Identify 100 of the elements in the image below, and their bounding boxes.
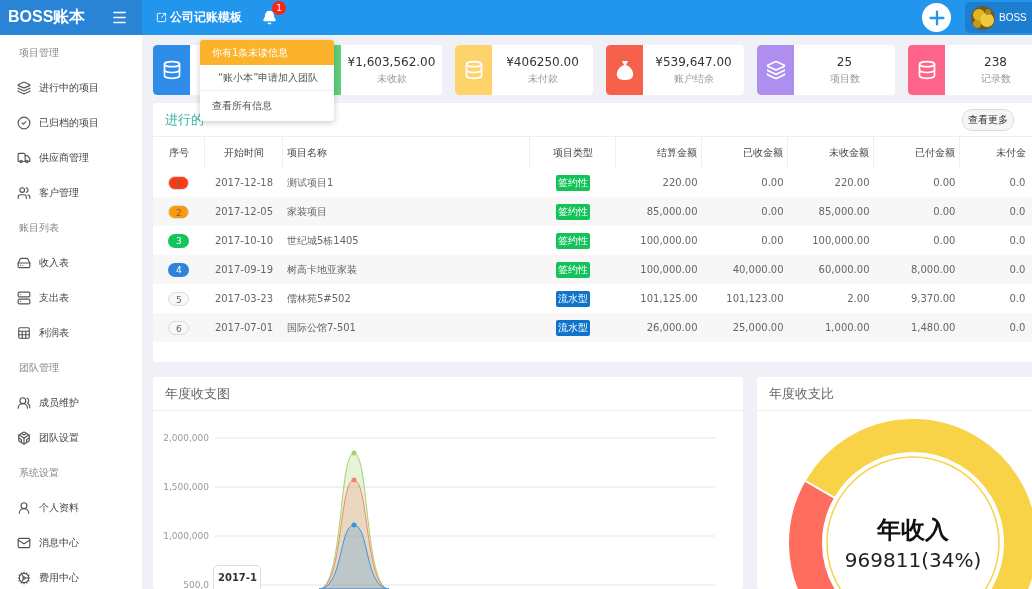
stat-label: 未付款	[527, 71, 558, 86]
table-cell: 儒林苑5#502	[282, 284, 530, 313]
table-cell: 2017-10-10	[204, 226, 283, 255]
table-cell: 220.00	[787, 168, 874, 197]
row-number: 2	[168, 204, 190, 219]
truck-icon	[17, 150, 31, 165]
row-number: 4	[168, 262, 190, 277]
table-cell: 0.00	[701, 226, 788, 255]
axis-label: 500,0	[183, 580, 209, 589]
sidebar-section-title: 项目管理	[18, 45, 60, 60]
sidebar-item[interactable]: 供应商管理	[0, 140, 142, 175]
table-cell: 2017-07-01	[204, 313, 283, 342]
bell-icon[interactable]	[262, 10, 277, 25]
menu-icon[interactable]	[111, 9, 128, 26]
donut-center-value: 969811(34%)	[844, 548, 982, 572]
sidebar-section-title: 账目列表	[18, 220, 60, 235]
type-tag: 签约性	[555, 261, 590, 278]
table-cell: 树高卡地亚家装	[282, 255, 530, 284]
sidebar-item[interactable]: 已归档的项目	[0, 105, 142, 140]
row-number: 3	[168, 233, 190, 248]
dropdown-header: 你有1条未读信息	[200, 40, 334, 65]
sidebar-item[interactable]: 客户管理	[0, 175, 142, 210]
axis-label: 2,000,000	[163, 433, 209, 443]
table-icon	[17, 325, 31, 340]
stat-value: ¥406250.00	[506, 54, 579, 69]
view-all-link[interactable]: 查看所有信息	[200, 91, 334, 121]
add-button[interactable]	[922, 3, 951, 32]
table-cell: 0.00	[873, 197, 960, 226]
table-cell: 9,370.00	[873, 284, 960, 313]
mail-icon	[17, 535, 31, 550]
sidebar-item[interactable]: 成员维护	[0, 385, 142, 420]
row-number: 6	[168, 320, 190, 335]
table-cell: 0.00	[873, 226, 960, 255]
sidebar-item[interactable]: 收入表	[0, 245, 142, 280]
users-icon	[17, 395, 31, 410]
table-cell: 85,000.00	[615, 197, 702, 226]
money-bag-icon	[614, 59, 635, 81]
table-cell: 220.00	[615, 168, 702, 197]
row-number: 5	[168, 291, 190, 306]
table-cell: 0.0	[959, 197, 1032, 226]
type-tag: 签约性	[555, 232, 590, 249]
stat-label: 未收款	[376, 71, 407, 86]
table-cell: 101,123.00	[701, 284, 788, 313]
table-cell: 1,480.00	[873, 313, 960, 342]
sidebar-item[interactable]: 个人资料	[0, 490, 142, 525]
sidebar-item[interactable]: 利润表	[0, 315, 142, 350]
table-cell: 0.00	[701, 168, 788, 197]
type-tag: 流水型	[555, 319, 590, 336]
table-cell: 家装项目	[282, 197, 530, 226]
table-cell: 0.00	[873, 168, 960, 197]
table-cell: 0.0	[959, 313, 1032, 342]
check-circle-icon	[17, 115, 31, 130]
sidebar-item[interactable]: 进行中的项目	[0, 70, 142, 105]
row-number: 1	[168, 175, 190, 190]
axis-label: 1,000,000	[163, 531, 209, 541]
table-cell: 0.00	[701, 197, 788, 226]
stat-label: 项目数	[829, 71, 860, 86]
table-cell: 2017-12-18	[204, 168, 283, 197]
notification-badge: 1	[272, 1, 286, 15]
type-tag: 签约性	[555, 203, 590, 220]
table-cell: 国际公馆7-501	[282, 313, 530, 342]
table-cell: 26,000.00	[615, 313, 702, 342]
table-cell: 100,000.00	[615, 226, 702, 255]
table-cell: 0.0	[959, 284, 1032, 313]
table-cell: 2017-03-23	[204, 284, 283, 313]
cube-icon	[17, 430, 31, 445]
table-cell: 2.00	[787, 284, 874, 313]
table-cell: 100,000.00	[615, 255, 702, 284]
gear-icon	[17, 570, 31, 585]
more-button[interactable]: 查看更多	[962, 108, 1014, 131]
user-icon	[17, 500, 31, 515]
chart-tooltip: 2017-1	[213, 565, 261, 589]
server-icon	[17, 290, 31, 305]
table-cell: 85,000.00	[787, 197, 874, 226]
app-logo: BOSS账本	[8, 7, 86, 27]
stat-value: ¥1,603,562.00	[347, 54, 436, 69]
table-cell: 0.0	[959, 255, 1032, 284]
sidebar-item[interactable]: 支出表	[0, 280, 142, 315]
table-cell: 100,000.00	[787, 226, 874, 255]
sidebar-section-title: 团队管理	[18, 360, 60, 375]
table-cell: 2017-12-05	[204, 197, 283, 226]
donut-center-label: 年收入	[877, 515, 949, 546]
table-cell: 25,000.00	[701, 313, 788, 342]
table-cell: 60,000.00	[787, 255, 874, 284]
table-cell: 0.0	[959, 226, 1032, 255]
table-cell: 8,000.00	[873, 255, 960, 284]
sidebar-section-title: 系统设置	[18, 465, 60, 480]
axis-label: 1,500,000	[163, 482, 209, 492]
notification-item[interactable]: “账小本”申请加入团队	[200, 65, 334, 91]
user-menu[interactable]: BOSS	[965, 2, 1032, 33]
table-cell: 测试项目1	[282, 168, 530, 197]
stat-value: ¥539,647.00	[655, 54, 732, 69]
type-tag: 流水型	[555, 290, 590, 307]
stat-value: 25	[836, 54, 853, 69]
sidebar-item[interactable]: 消息中心	[0, 525, 142, 560]
sidebar-item[interactable]: 费用中心	[0, 560, 142, 589]
panel-title: 年度收支比	[769, 384, 834, 403]
sidebar-item[interactable]: 团队设置	[0, 420, 142, 455]
table-cell: 1,000.00	[787, 313, 874, 342]
users-icon	[17, 185, 31, 200]
